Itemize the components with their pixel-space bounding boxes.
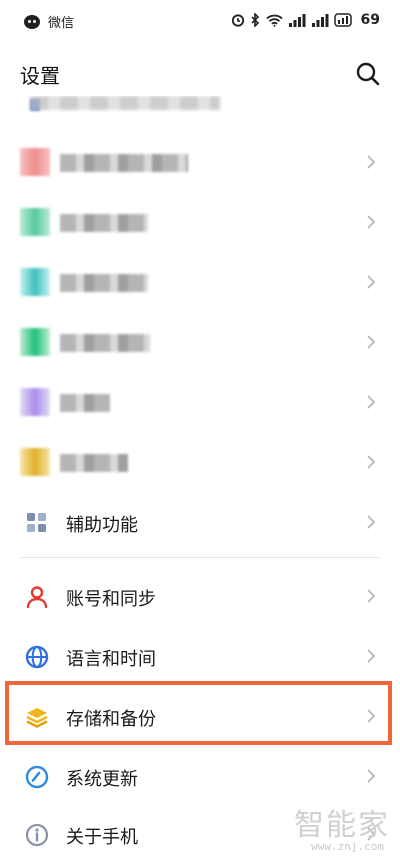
- chevron-right-icon: [367, 455, 376, 469]
- blurred-text: [60, 454, 128, 472]
- setting-label: 语言和时间: [66, 649, 156, 670]
- setting-item-language-time[interactable]: 语言和时间: [0, 626, 400, 686]
- watermark: 智能家 www.znj.com: [282, 800, 392, 860]
- blurred-setting-row[interactable]: [0, 192, 400, 252]
- highlight-box: [5, 681, 392, 745]
- setting-item-accessibility[interactable]: 辅助功能: [0, 492, 400, 552]
- blurred-icon: [20, 148, 50, 176]
- blurred-icon: [20, 388, 50, 416]
- blurred-icon: [20, 328, 50, 356]
- status-bar: 微信 69: [0, 0, 400, 44]
- setting-item-account-sync[interactable]: 账号和同步: [0, 566, 400, 626]
- blurred-setting-row[interactable]: [0, 432, 400, 492]
- watermark-url: www.znj.com: [311, 840, 384, 853]
- status-icons: [231, 13, 352, 27]
- update-circle-icon: [25, 765, 49, 789]
- hd-signal-icon: [334, 13, 352, 27]
- blurred-partial-row: [0, 96, 400, 116]
- chevron-right-icon: [367, 335, 376, 349]
- setting-label: 辅助功能: [66, 515, 138, 536]
- person-icon: [26, 586, 48, 609]
- globe-icon: [25, 645, 49, 669]
- setting-label: 账号和同步: [66, 589, 156, 610]
- chevron-right-icon: [367, 395, 376, 409]
- chevron-right-icon: [367, 155, 376, 169]
- signal-icon-1: [289, 13, 306, 27]
- section-divider: [20, 557, 380, 558]
- blurred-text: [60, 394, 110, 412]
- blurred-icon: [20, 268, 50, 296]
- blurred-text: [60, 274, 148, 292]
- alarm-icon: [231, 14, 245, 27]
- signal-icon-2: [312, 13, 329, 27]
- setting-label: 系统更新: [66, 769, 138, 790]
- chevron-right-icon: [367, 215, 376, 229]
- watermark-title: 智能家: [294, 808, 390, 843]
- battery-level: 69: [360, 12, 380, 28]
- search-icon[interactable]: [354, 60, 382, 88]
- status-app-name: 微信: [48, 16, 75, 31]
- chevron-right-icon: [367, 769, 376, 783]
- setting-item-system-update[interactable]: 系统更新: [0, 746, 400, 806]
- blurred-text: [60, 214, 148, 232]
- notification-area: 微信: [24, 12, 74, 31]
- setting-label: 关于手机: [66, 827, 138, 848]
- blurred-text: [30, 96, 220, 110]
- blurred-text: [60, 154, 188, 172]
- chevron-right-icon: [367, 275, 376, 289]
- accessibility-grid-icon: [27, 513, 46, 532]
- chevron-right-icon: [367, 649, 376, 663]
- bluetooth-icon: [251, 13, 260, 27]
- blurred-icon: [20, 448, 50, 476]
- blurred-setting-row[interactable]: [0, 132, 400, 192]
- blurred-setting-row[interactable]: [0, 252, 400, 312]
- chevron-right-icon: [367, 515, 376, 529]
- wechat-notification-icon: [24, 14, 40, 29]
- blurred-setting-row[interactable]: [0, 372, 400, 432]
- blurred-setting-row[interactable]: [0, 312, 400, 372]
- wifi-icon: [266, 14, 283, 27]
- info-icon: [25, 823, 49, 847]
- blurred-text: [60, 334, 150, 352]
- blurred-icon: [20, 208, 50, 236]
- page-title: 设置: [20, 64, 60, 88]
- chevron-right-icon: [367, 589, 376, 603]
- settings-header: 设置: [0, 44, 400, 104]
